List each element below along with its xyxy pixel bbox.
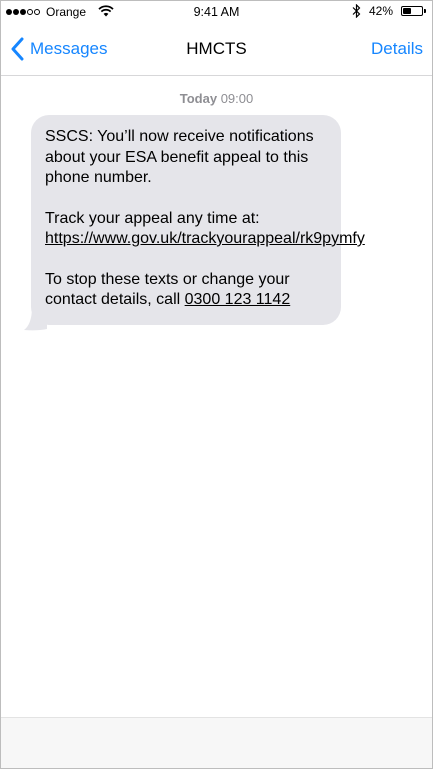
- timestamp-day: Today: [179, 91, 218, 106]
- timestamp-time: 09:00: [220, 91, 254, 106]
- message-timestamp: Today 09:00: [1, 91, 432, 106]
- phone-screen: Orange 9:41 AM 42% Messages HMCTS Detail…: [0, 0, 433, 769]
- status-bar: Orange 9:41 AM 42%: [1, 1, 432, 23]
- track-appeal-link[interactable]: https://www.gov.uk/trackyourappeal/rk9py…: [45, 230, 365, 247]
- track-text: Track your appeal any time at:: [45, 209, 260, 227]
- message-paragraph-intro: SSCS: You’ll now receive notifications a…: [45, 128, 314, 186]
- details-button[interactable]: Details: [371, 39, 423, 59]
- status-right: 42%: [352, 4, 426, 18]
- bluetooth-icon: [352, 4, 361, 18]
- incoming-message: SSCS: You’ll now receive notifications a…: [23, 115, 365, 330]
- message-paragraph-stop: To stop these texts or change your conta…: [45, 270, 329, 311]
- battery-icon: [401, 6, 426, 16]
- message-paragraph-track: Track your appeal any time at: https://w…: [45, 209, 365, 250]
- message-bubble: SSCS: You’ll now receive notifications a…: [31, 115, 365, 325]
- message-input-bar[interactable]: [1, 717, 432, 768]
- battery-percentage: 42%: [368, 4, 393, 18]
- phone-number-link[interactable]: 0300 123 1142: [185, 291, 291, 308]
- conversation-title: HMCTS: [186, 39, 247, 58]
- navigation-bar: Messages HMCTS Details: [1, 23, 432, 76]
